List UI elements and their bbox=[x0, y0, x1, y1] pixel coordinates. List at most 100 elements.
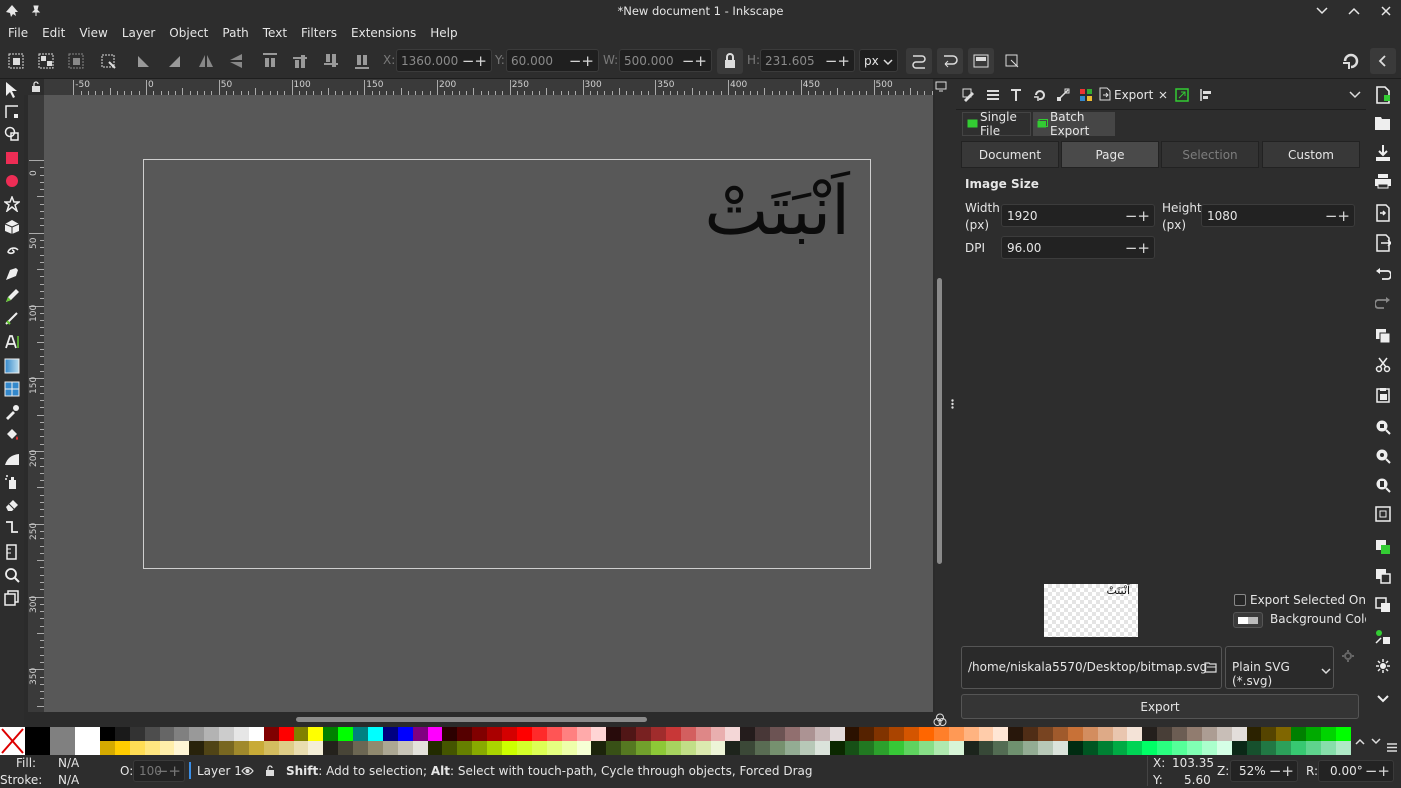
palette-swatch[interactable] bbox=[814, 727, 830, 741]
tweak-tool-icon[interactable] bbox=[2, 449, 22, 469]
palette-swatch[interactable] bbox=[1216, 741, 1232, 755]
pages-tool-icon[interactable] bbox=[2, 588, 22, 608]
node-tool-icon[interactable] bbox=[2, 102, 22, 122]
palette-swatch[interactable] bbox=[725, 741, 741, 755]
palette-swatch[interactable] bbox=[1276, 741, 1292, 755]
palette-swatch[interactable] bbox=[1187, 741, 1202, 755]
redo-icon[interactable] bbox=[1372, 292, 1394, 314]
palette-swatch[interactable] bbox=[382, 741, 398, 755]
palette-swatch[interactable] bbox=[263, 727, 279, 741]
document-page[interactable]: اَنْبَتَتْ bbox=[143, 159, 871, 569]
star-tool-icon[interactable] bbox=[2, 194, 22, 214]
scale-stroke-icon[interactable] bbox=[906, 48, 932, 74]
palette-swatch[interactable] bbox=[1321, 727, 1336, 741]
palette-swatch[interactable] bbox=[710, 741, 726, 755]
palette-swatch[interactable] bbox=[978, 727, 994, 741]
palette-swatch[interactable] bbox=[770, 727, 785, 741]
palette-swatch[interactable] bbox=[1172, 727, 1188, 741]
palette-swatch[interactable] bbox=[1201, 741, 1217, 755]
palette-swatch[interactable] bbox=[963, 727, 979, 741]
palette-swatch[interactable] bbox=[799, 727, 815, 741]
stroke-value[interactable]: N/A bbox=[58, 773, 79, 787]
palette-swatch[interactable] bbox=[1112, 741, 1128, 755]
x-field[interactable]: 1360.000 −+ bbox=[396, 49, 492, 72]
palette-swatch[interactable] bbox=[1053, 727, 1068, 741]
palette-swatch[interactable] bbox=[442, 741, 458, 755]
menu-edit[interactable]: Edit bbox=[35, 22, 72, 44]
ungroup-icon[interactable] bbox=[1372, 655, 1394, 677]
palette-swatch[interactable] bbox=[1306, 727, 1322, 741]
zoom-fit-icon[interactable] bbox=[1372, 503, 1394, 525]
palette-swatch[interactable] bbox=[948, 741, 964, 755]
palette-swatch[interactable] bbox=[353, 741, 369, 755]
palette-swatch[interactable] bbox=[1321, 741, 1336, 755]
spray-tool-icon[interactable] bbox=[2, 472, 22, 492]
print-icon[interactable] bbox=[1372, 170, 1394, 192]
select-all-icon[interactable] bbox=[3, 48, 29, 74]
eraser-tool-icon[interactable] bbox=[2, 494, 22, 514]
palette-swatch[interactable] bbox=[993, 741, 1009, 755]
palette-swatch[interactable] bbox=[874, 727, 890, 741]
palette-swatch[interactable] bbox=[918, 727, 934, 741]
palette-swatch[interactable] bbox=[189, 727, 205, 741]
gradient-tool-icon[interactable] bbox=[2, 356, 22, 376]
menu-file[interactable]: File bbox=[1, 22, 35, 44]
shape-builder-tool-icon[interactable] bbox=[2, 124, 22, 144]
area-page-button[interactable]: Page bbox=[1061, 141, 1159, 168]
vertical-scrollbar-thumb[interactable] bbox=[937, 278, 942, 564]
layers-tab-icon[interactable] bbox=[982, 84, 1004, 106]
palette-swatch[interactable] bbox=[859, 741, 875, 755]
palette-swatch[interactable] bbox=[1201, 727, 1217, 741]
palette-swatch[interactable] bbox=[576, 727, 592, 741]
palette-swatch[interactable] bbox=[234, 741, 249, 755]
menu-object[interactable]: Object bbox=[162, 22, 215, 44]
h-field[interactable]: 231.605 −+ bbox=[760, 49, 855, 72]
background-color-button[interactable] bbox=[1233, 612, 1263, 628]
copy-icon[interactable] bbox=[1372, 325, 1394, 347]
palette-swatch[interactable] bbox=[1142, 727, 1158, 741]
y-stepper-icon[interactable]: −+ bbox=[569, 52, 594, 70]
flip-vertical-icon[interactable] bbox=[223, 48, 249, 74]
palette-swatch[interactable] bbox=[278, 741, 294, 755]
3d-box-tool-icon[interactable] bbox=[2, 217, 22, 237]
palette-swatch[interactable] bbox=[918, 741, 934, 755]
palette-swatch[interactable] bbox=[129, 727, 145, 741]
more-commands-chevron-icon[interactable] bbox=[1372, 688, 1394, 710]
palette-swatch[interactable] bbox=[368, 727, 383, 741]
palette-swatch[interactable] bbox=[293, 741, 309, 755]
import-icon[interactable] bbox=[1372, 202, 1394, 224]
measure-tool-icon[interactable] bbox=[2, 542, 22, 562]
dpi-stepper-icon[interactable]: −+ bbox=[1125, 239, 1150, 257]
zoom-selection-icon[interactable] bbox=[1372, 416, 1394, 438]
menu-text[interactable]: Text bbox=[256, 22, 294, 44]
palette-swatch[interactable] bbox=[1216, 727, 1232, 741]
palette-swatch[interactable] bbox=[844, 727, 860, 741]
palette-swatch[interactable] bbox=[487, 727, 503, 741]
palette-swatch[interactable] bbox=[427, 727, 443, 741]
menu-filters[interactable]: Filters bbox=[294, 22, 344, 44]
batch-export-tab[interactable]: Batch Export bbox=[1033, 110, 1115, 138]
pen-tool-icon[interactable] bbox=[2, 264, 22, 284]
menu-path[interactable]: Path bbox=[215, 22, 255, 44]
palette-swatch[interactable] bbox=[531, 727, 547, 741]
export-settings-gear-icon[interactable] bbox=[1340, 648, 1356, 664]
white-swatch[interactable] bbox=[75, 727, 100, 755]
w-stepper-icon[interactable]: −+ bbox=[682, 52, 707, 70]
black-swatch[interactable] bbox=[25, 727, 50, 755]
area-custom-button[interactable]: Custom bbox=[1262, 141, 1360, 168]
zoom-field[interactable]: 52% −+ bbox=[1230, 760, 1298, 782]
dock-menu-chevron-icon[interactable] bbox=[1344, 84, 1366, 106]
palette-swatch[interactable] bbox=[516, 741, 532, 755]
color-management-icon[interactable] bbox=[932, 713, 948, 727]
palette-swatch[interactable] bbox=[1053, 741, 1068, 755]
palette-swatch[interactable] bbox=[502, 727, 517, 741]
no-paint-swatch[interactable] bbox=[0, 727, 25, 755]
zoom-page-icon[interactable] bbox=[1372, 474, 1394, 496]
palette-swatch[interactable] bbox=[248, 727, 264, 741]
close-tab-icon[interactable] bbox=[1159, 88, 1167, 102]
palette-swatch[interactable] bbox=[904, 727, 919, 741]
palette-swatch[interactable] bbox=[397, 741, 413, 755]
palette-swatch[interactable] bbox=[263, 741, 279, 755]
palette-swatch[interactable] bbox=[546, 741, 562, 755]
menu-extensions[interactable]: Extensions bbox=[344, 22, 423, 44]
